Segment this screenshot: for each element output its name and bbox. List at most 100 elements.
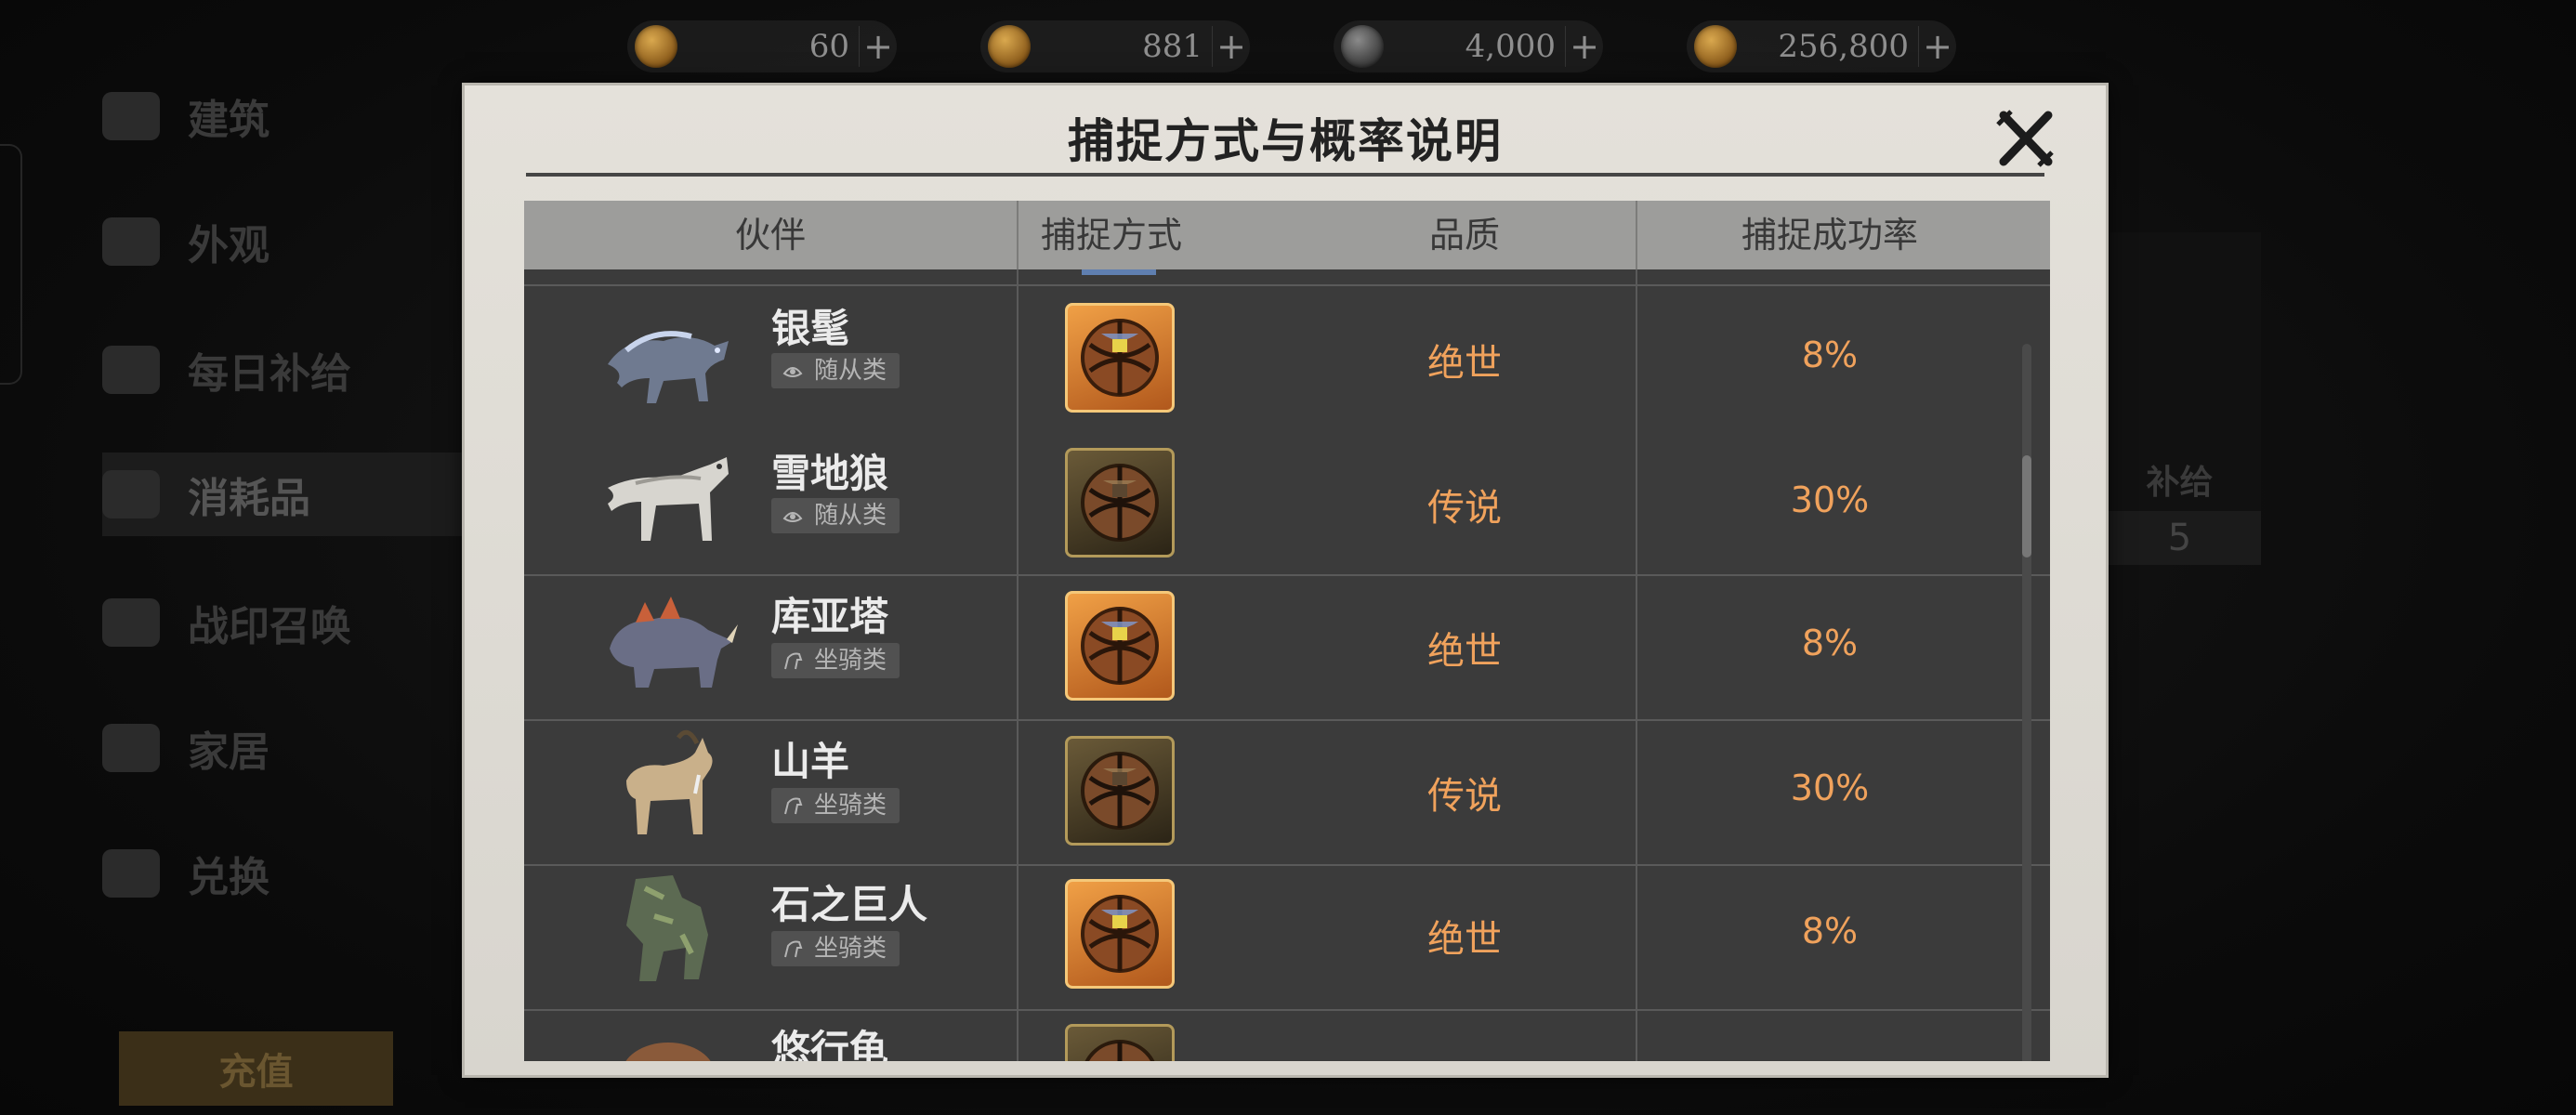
gold-coin-icon	[635, 25, 677, 68]
sidebar-item-daily-supply[interactable]: 每日补给	[102, 328, 474, 412]
goat-icon	[626, 729, 713, 834]
add-currency-button[interactable]: +	[1212, 26, 1250, 67]
mount-icon	[784, 797, 803, 815]
partner-name: 石之巨人	[771, 882, 928, 927]
currency-4: 256,800 +	[1687, 20, 1956, 72]
table-body[interactable]: 银髦 随从类 绝世 8% 雪地狼 随从类 传说 30% 库亚塔 坐骑类 绝世 8…	[524, 269, 2050, 1061]
shop-item-card[interactable]: 补给 5	[2098, 232, 2261, 565]
currency-value: 256,800	[1778, 28, 1909, 65]
scrollbar-track[interactable]	[2022, 344, 2031, 1061]
partner-name: 库亚塔	[771, 594, 889, 639]
add-currency-button[interactable]: +	[1565, 26, 1603, 67]
partner-type-badge: 坐骑类	[771, 931, 900, 966]
appearance-icon	[102, 217, 160, 266]
capture-ball-icon	[1081, 895, 1159, 973]
partner-type-label: 坐骑类	[814, 792, 887, 820]
sidebar-item-summon[interactable]: 战印召唤	[102, 581, 474, 664]
silver-wolf-icon	[608, 331, 729, 403]
currency-1: 60 +	[627, 20, 897, 72]
partner-type-badge: 随从类	[771, 353, 900, 388]
capture-rate: 8%	[1801, 911, 1859, 951]
scrollbar-thumb[interactable]	[2022, 455, 2031, 558]
recharge-label: 充值	[218, 1051, 294, 1094]
header-rate: 捕捉成功率	[1741, 215, 1918, 256]
sidebar-item-label: 消耗品	[188, 475, 310, 522]
consumables-icon	[102, 470, 160, 518]
partner-type-label: 随从类	[814, 357, 887, 385]
currency-value: 4,000	[1465, 28, 1556, 65]
capture-info-dialog: 捕捉方式与概率说明 伙伴 捕捉方式 品质 捕捉成功率 银髦 随从类 绝世 8% …	[465, 85, 2106, 1075]
quality-label: 绝世	[1427, 630, 1502, 673]
add-currency-button[interactable]: +	[1918, 26, 1956, 67]
currency-value: 881	[1142, 28, 1203, 65]
stone-giant-icon	[626, 875, 708, 981]
recharge-button[interactable]: 充值	[119, 1031, 393, 1106]
sidebar-item-label: 家居	[188, 728, 269, 776]
title-divider	[526, 173, 2044, 177]
sidebar-item-label: 兑换	[188, 854, 269, 901]
dialog-title: 捕捉方式与概率说明	[1068, 114, 1503, 168]
partner-name: 山羊	[771, 739, 850, 784]
table-row: 雪地狼 随从类 传说 30%	[524, 431, 2050, 575]
partner-type-label: 坐骑类	[814, 647, 887, 675]
partner-name: 银髦	[771, 306, 850, 351]
capture-ball-icon	[1084, 1040, 1155, 1061]
sidebar-item-exchange[interactable]: 兑换	[102, 832, 474, 915]
sidebar-item-label: 建筑	[188, 97, 269, 144]
follower-icon	[782, 512, 803, 522]
capture-ball-icon	[1081, 319, 1159, 397]
capture-ball-button[interactable]	[1065, 591, 1175, 701]
currency-bar: 60 + 881 + 4,000 + 256,800 +	[0, 20, 2576, 74]
partial-ball-remnant	[1082, 269, 1156, 275]
capture-ball-button[interactable]	[1065, 303, 1175, 413]
sidebar-item-building[interactable]: 建筑	[102, 74, 474, 158]
turtle-icon	[625, 1043, 711, 1061]
capture-ball-icon	[1081, 607, 1159, 685]
table-row: 库亚塔 坐骑类 绝世 8%	[524, 576, 2050, 720]
table-row: 山羊 坐骑类 传说 30%	[524, 721, 2050, 865]
mount-icon	[784, 940, 803, 958]
capture-ball-button[interactable]	[1065, 879, 1175, 989]
calendar-icon	[102, 346, 160, 394]
add-currency-button[interactable]: +	[859, 26, 897, 67]
quality-label: 传说	[1427, 487, 1502, 530]
capture-rate: 30%	[1790, 767, 1870, 808]
currency-2: 881 +	[980, 20, 1250, 72]
header-quality: 品质	[1428, 215, 1500, 256]
summon-icon	[102, 598, 160, 647]
snow-wolf-icon	[608, 457, 729, 541]
sidebar-item-label: 战印召唤	[188, 603, 351, 650]
table-row: 银髦 随从类 绝世 8%	[524, 286, 2050, 430]
close-icon	[1996, 110, 2054, 167]
mount-icon	[784, 652, 803, 670]
capture-ball-button[interactable]	[1065, 1024, 1175, 1061]
sidebar-item-label: 每日补给	[188, 350, 351, 398]
rhino-icon	[610, 597, 738, 688]
quality-label: 绝世	[1427, 342, 1502, 385]
sidebar-item-consumables[interactable]: 消耗品	[102, 453, 474, 536]
sidebar-item-label: 外观	[188, 222, 269, 269]
gold-coin-icon	[1694, 25, 1737, 68]
partner-type-badge: 随从类	[771, 498, 900, 533]
capture-ball-icon	[1081, 464, 1159, 542]
home-icon	[102, 724, 160, 772]
currency-3: 4,000 +	[1334, 20, 1603, 72]
silver-coin-icon	[1341, 25, 1384, 68]
partner-type-label: 坐骑类	[814, 935, 887, 963]
capture-table: 伙伴 捕捉方式 品质 捕捉成功率 银髦 随从类 绝世 8% 雪地狼 随从类 传说…	[524, 201, 2050, 1061]
partner-type-badge: 坐骑类	[771, 643, 900, 678]
capture-ball-button[interactable]	[1065, 736, 1175, 846]
table-row: 石之巨人 坐骑类 绝世 8%	[524, 866, 2050, 1010]
sidebar-item-home[interactable]: 家居	[102, 706, 474, 790]
header-divider	[1636, 201, 1637, 269]
sidebar-item-appearance[interactable]: 外观	[102, 200, 474, 283]
shop-item-title: 补给	[2146, 464, 2214, 502]
shop-item-price: 5	[2098, 511, 2261, 565]
building-icon	[102, 92, 160, 140]
partner-name: 悠行龟	[771, 1027, 889, 1061]
close-button[interactable]	[1991, 104, 2059, 173]
capture-rate: 8%	[1801, 334, 1859, 375]
capture-rate: 8%	[1801, 623, 1859, 663]
capture-ball-button[interactable]	[1065, 448, 1175, 558]
capture-ball-icon	[1081, 752, 1159, 830]
